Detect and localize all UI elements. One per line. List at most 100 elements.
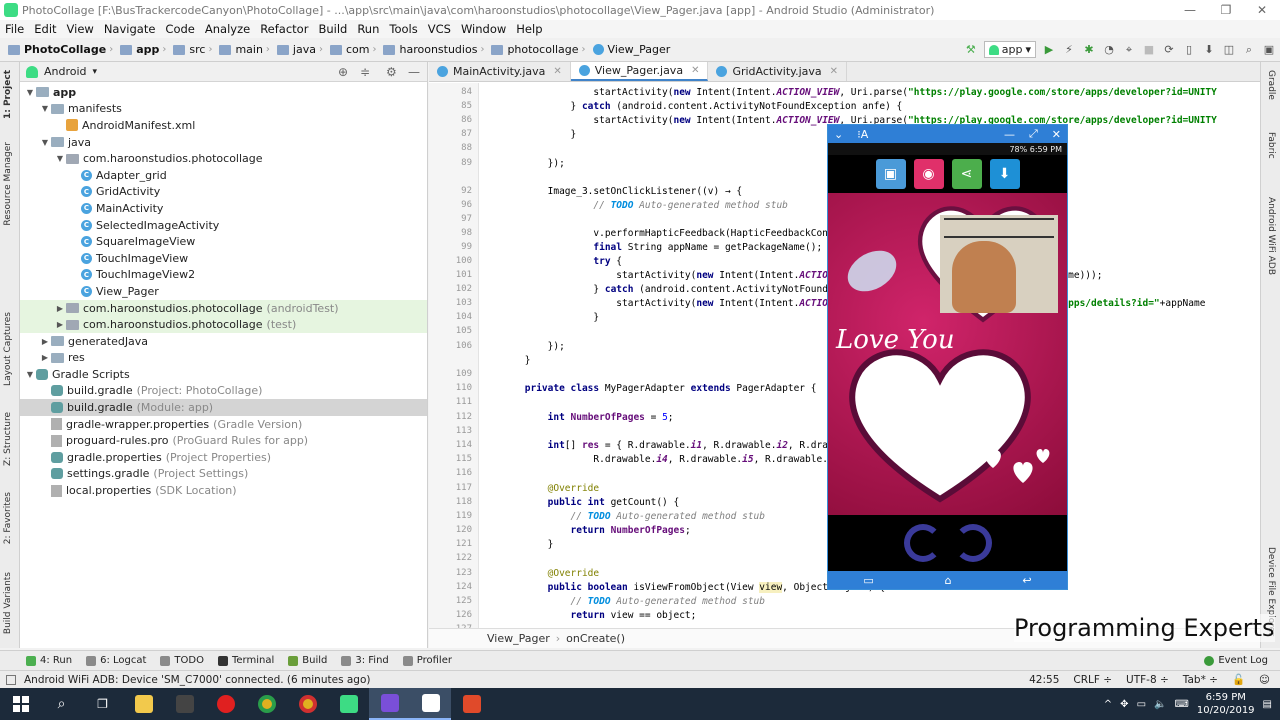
project-view-select[interactable]: Android: [44, 65, 87, 78]
tree-item[interactable]: ▶ res: [20, 350, 427, 367]
tool-tab-resource-manager[interactable]: Resource Manager: [3, 142, 13, 226]
camera-icon[interactable]: ◉: [913, 159, 944, 189]
breadcrumb-item[interactable]: src: [189, 43, 205, 56]
tree-item[interactable]: ▶ generatedJava: [20, 333, 427, 350]
gear-icon[interactable]: ⚙: [386, 65, 397, 79]
close-button[interactable]: ✕: [1244, 0, 1280, 20]
menu-build[interactable]: Build: [313, 22, 352, 36]
taskbar-android-studio[interactable]: [328, 688, 369, 720]
editor-tab[interactable]: GridActivity.java ✕: [708, 62, 848, 81]
tree-item[interactable]: ▼ com.haroonstudios.photocollage: [20, 150, 427, 167]
indent-setting[interactable]: Tab* ÷: [1183, 674, 1218, 686]
taskbar-visual-studio[interactable]: [369, 688, 410, 720]
lock-icon[interactable]: 🔓: [1232, 673, 1245, 686]
fullscreen-icon[interactable]: ⤢: [1029, 127, 1038, 141]
tree-item[interactable]: C TouchImageView2: [20, 267, 427, 284]
minimize-button[interactable]: —: [1172, 0, 1208, 20]
rotate-right-icon[interactable]: [953, 524, 992, 562]
menu-tools[interactable]: Tools: [384, 22, 422, 36]
back-icon[interactable]: ↩: [1022, 574, 1031, 587]
home-icon[interactable]: ⌂: [945, 574, 952, 587]
layout-inspector-icon[interactable]: ◫: [1222, 43, 1236, 57]
chevron-up-icon[interactable]: ^: [1104, 699, 1112, 710]
tree-item[interactable]: ▶ com.haroonstudios.photocollage (test): [20, 316, 427, 333]
chevron-down-icon[interactable]: ⌄: [834, 128, 843, 141]
chevron-down-icon[interactable]: ▾: [93, 67, 98, 77]
breadcrumb-item[interactable]: com: [346, 43, 370, 56]
tree-item[interactable]: build.gradle (Project: PhotoCollage): [20, 383, 427, 400]
taskbar-file-explorer[interactable]: [123, 688, 164, 720]
tree-item[interactable]: build.gradle (Module: app): [20, 399, 427, 416]
chevron-right-icon[interactable]: ▶: [39, 337, 51, 346]
debug-icon[interactable]: ✱: [1082, 43, 1096, 57]
maximize-button[interactable]: ❐: [1208, 0, 1244, 20]
menu-refactor[interactable]: Refactor: [255, 22, 313, 36]
chevron-right-icon[interactable]: ▶: [54, 304, 66, 313]
tree-item[interactable]: C View_Pager: [20, 283, 427, 300]
task-view-button[interactable]: ❐: [82, 688, 123, 720]
breadcrumb-item[interactable]: haroonstudios: [399, 43, 477, 56]
file-encoding[interactable]: UTF-8 ÷: [1126, 674, 1169, 686]
close-icon[interactable]: ✕: [553, 66, 561, 77]
attach-debugger-icon[interactable]: ⌖: [1122, 43, 1136, 57]
line-separator[interactable]: CRLF ÷: [1073, 674, 1112, 686]
sdk-manager-icon[interactable]: ⬇: [1202, 43, 1216, 57]
dropbox-icon[interactable]: ✥: [1120, 699, 1128, 710]
hide-icon[interactable]: —: [408, 65, 420, 79]
tree-item[interactable]: gradle-wrapper.properties (Gradle Version…: [20, 416, 427, 433]
keyboard-icon[interactable]: ⌨: [1174, 699, 1188, 710]
taskbar-recorder[interactable]: [451, 688, 492, 720]
breadcrumb-item[interactable]: app: [136, 43, 159, 56]
tree-item[interactable]: C TouchImageView: [20, 250, 427, 267]
tree-item[interactable]: local.properties (SDK Location): [20, 482, 427, 499]
tree-item[interactable]: C MainActivity: [20, 200, 427, 217]
notifications-icon[interactable]: ▤: [1263, 699, 1272, 710]
tree-item[interactable]: C SquareImageView: [20, 233, 427, 250]
tool-tab-favorites[interactable]: 2: Favorites: [3, 492, 13, 544]
tree-item[interactable]: ▼ java: [20, 134, 427, 151]
search-icon[interactable]: ⌕: [1242, 43, 1256, 57]
status-message[interactable]: Android WiFi ADB: Device 'SM_C7000' conn…: [24, 674, 371, 686]
start-button[interactable]: [0, 688, 41, 720]
hammer-icon[interactable]: ⚒: [964, 43, 978, 57]
run-icon[interactable]: ▶: [1042, 43, 1056, 57]
tool-tab-terminal[interactable]: Terminal: [217, 655, 274, 666]
chevron-down-icon[interactable]: ▼: [54, 154, 66, 163]
breadcrumb-item[interactable]: PhotoCollage: [24, 43, 106, 56]
taskbar-media-app[interactable]: [164, 688, 205, 720]
taskbar-opera[interactable]: [205, 688, 246, 720]
tool-tab-structure[interactable]: Z: Structure: [3, 412, 13, 466]
tree-item[interactable]: AndroidManifest.xml: [20, 117, 427, 134]
close-icon[interactable]: ✕: [1052, 128, 1061, 141]
breadcrumb-item[interactable]: main: [235, 43, 262, 56]
tool-tab-build[interactable]: Build: [288, 655, 327, 666]
taskbar-search-button[interactable]: ⌕: [41, 688, 82, 720]
collapse-all-icon[interactable]: ≑: [360, 65, 370, 79]
tool-tab-todo[interactable]: TODO: [160, 655, 204, 666]
sync-gradle-icon[interactable]: ⟳: [1162, 43, 1176, 57]
chevron-down-icon[interactable]: ▼: [24, 88, 36, 97]
menu-vcs[interactable]: VCS: [423, 22, 456, 36]
download-icon[interactable]: ⬇: [989, 159, 1020, 189]
minimize-icon[interactable]: —: [1004, 128, 1015, 141]
taskbar-chrome-1[interactable]: [246, 688, 287, 720]
chevron-down-icon[interactable]: ▼: [24, 370, 36, 379]
locate-icon[interactable]: ⊕: [338, 65, 348, 79]
inspector-icon[interactable]: ☺: [1259, 674, 1270, 686]
tree-item[interactable]: proguard-rules.pro (ProGuard Rules for ap…: [20, 432, 427, 449]
chevron-down-icon[interactable]: ▼: [39, 104, 51, 113]
volume-icon[interactable]: 🔈: [1154, 699, 1166, 710]
breadcrumb-item[interactable]: photocollage: [507, 43, 578, 56]
menu-code[interactable]: Code: [160, 22, 199, 36]
close-icon[interactable]: ✕: [830, 66, 838, 77]
breadcrumb-item[interactable]: View_Pager: [608, 43, 671, 56]
menu-analyze[interactable]: Analyze: [200, 22, 255, 36]
menu-file[interactable]: File: [0, 22, 29, 36]
menu-navigate[interactable]: Navigate: [99, 22, 161, 36]
caret-position[interactable]: 42:55: [1029, 674, 1059, 686]
tree-item[interactable]: ▼ Gradle Scripts: [20, 366, 427, 383]
network-icon[interactable]: ▭: [1137, 699, 1146, 710]
run-configuration-select[interactable]: app ▾: [983, 41, 1036, 58]
taskbar-chrome-2[interactable]: [287, 688, 328, 720]
tree-item[interactable]: gradle.properties (Project Properties): [20, 449, 427, 466]
